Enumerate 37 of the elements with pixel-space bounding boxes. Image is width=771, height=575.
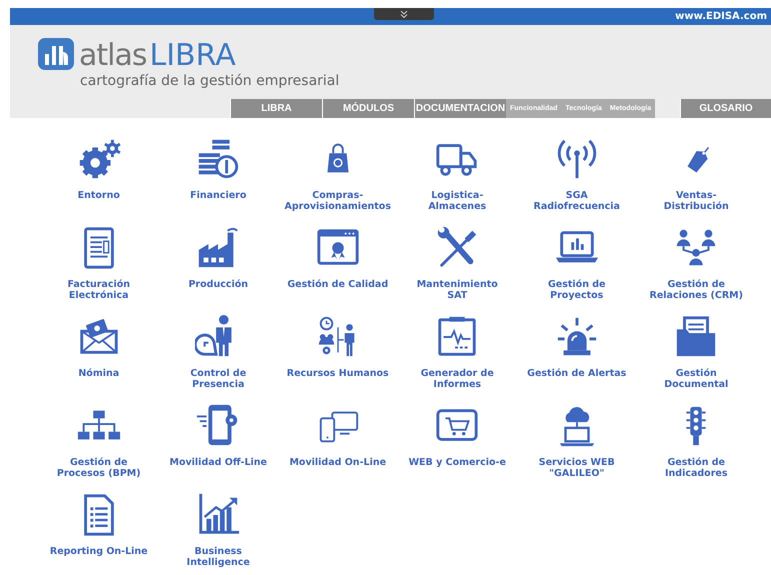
chevron-down-icon (400, 10, 408, 18)
module-link[interactable]: Nómina (39, 314, 158, 403)
brand-name: atlas (79, 40, 146, 72)
tagline: cartografía de la gestión empresarial (80, 72, 340, 90)
module-link[interactable]: Facturación Electrónica (39, 225, 158, 314)
module-link[interactable]: Recursos Humanos (278, 314, 398, 403)
module-link[interactable]: Reporting On-Line (39, 492, 158, 575)
module-link[interactable]: Financiero (158, 136, 278, 225)
module-link[interactable]: Control de Presencia (158, 314, 278, 403)
brand-name: LIBRA (150, 40, 236, 72)
module-link[interactable]: Producción (158, 225, 278, 314)
module-link[interactable]: Business Intelligence (158, 492, 278, 575)
collapse-tab[interactable] (374, 8, 434, 20)
module-link[interactable]: Gestión de Relaciones (CRM) (636, 225, 756, 314)
module-link[interactable]: Gestión Documental (636, 314, 756, 403)
nav-link[interactable]: DOCUMENTACION (414, 99, 506, 118)
nav-link[interactable]: MÓDULOS (322, 99, 414, 118)
module-link[interactable]: Gestión de Calidad (278, 225, 398, 314)
module-link[interactable]: Servicios WEB "GALILEO" (517, 403, 636, 492)
module-link[interactable]: Compras- Aprovisionamientos (278, 136, 398, 225)
module-link[interactable]: Gestión de Alertas (517, 314, 636, 403)
module-link[interactable]: Generador de Informes (398, 314, 517, 403)
module-link[interactable]: Mantenimiento SAT (398, 225, 517, 314)
module-link[interactable]: Movilidad Off-Line (158, 403, 278, 492)
module-link[interactable]: Ventas- Distribución (636, 136, 756, 225)
nav-link[interactable]: GLOSARIO (680, 99, 771, 118)
module-link[interactable]: Gestión de Procesos (BPM) (39, 403, 158, 492)
module-link[interactable]: Gestión de Indicadores (636, 403, 756, 492)
module-link[interactable]: Entorno (39, 136, 158, 225)
logo-icon (38, 38, 74, 70)
site-link[interactable]: www.EDISA.com (675, 11, 771, 22)
module-link[interactable]: SGA Radiofrecuencia (517, 136, 636, 225)
module-link[interactable]: Movilidad On-Line (278, 403, 398, 492)
module-link[interactable]: Gestión de Proyectos (517, 225, 636, 314)
module-link[interactable]: WEB y Comercio-e (398, 403, 517, 492)
nav-link[interactable]: LIBRA (230, 99, 322, 118)
module-link[interactable]: Logistica- Almacenes (398, 136, 517, 225)
